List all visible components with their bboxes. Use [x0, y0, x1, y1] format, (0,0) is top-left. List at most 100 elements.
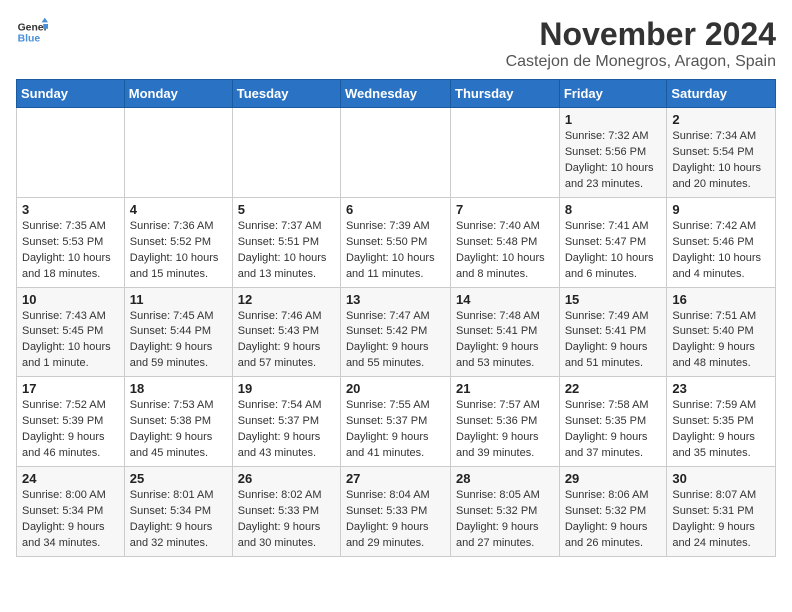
day-info: Sunrise: 7:55 AM Sunset: 5:37 PM Dayligh…	[346, 398, 445, 462]
calendar-week-row: 17Sunrise: 7:52 AM Sunset: 5:39 PM Dayli…	[17, 377, 776, 467]
day-info: Sunrise: 7:45 AM Sunset: 5:44 PM Dayligh…	[130, 309, 227, 373]
calendar-cell: 26 Sunrise: 8:02 AM Sunset: 5:33 PM Dayli…	[232, 467, 340, 557]
calendar-cell: 28 Sunrise: 8:05 AM Sunset: 5:32 PM Dayli…	[451, 467, 560, 557]
calendar-cell: 21 Sunrise: 7:57 AM Sunset: 5:36 PM Dayli…	[451, 377, 560, 467]
calendar-cell: 22 Sunrise: 7:58 AM Sunset: 5:35 PM Dayli…	[559, 377, 667, 467]
calendar-cell: 10 Sunrise: 7:43 AM Sunset: 5:45 PM Dayli…	[17, 287, 125, 377]
day-number: 4	[130, 202, 227, 217]
calendar-cell	[232, 108, 340, 198]
day-info: Sunrise: 7:47 AM Sunset: 5:42 PM Dayligh…	[346, 309, 445, 373]
day-info: Sunrise: 7:34 AM Sunset: 5:54 PM Dayligh…	[672, 129, 770, 193]
calendar-cell: 8 Sunrise: 7:41 AM Sunset: 5:47 PM Daylig…	[559, 197, 667, 287]
calendar-table: SundayMondayTuesdayWednesdayThursdayFrid…	[16, 79, 776, 557]
calendar-cell: 1Sunrise: 7:32 AM Sunset: 5:56 PM Daylig…	[559, 108, 667, 198]
day-number: 18	[130, 381, 227, 396]
day-info: Sunrise: 7:41 AM Sunset: 5:47 PM Dayligh…	[565, 219, 662, 283]
weekday-header: Thursday	[451, 80, 560, 108]
weekday-header: Saturday	[667, 80, 776, 108]
calendar-cell: 2 Sunrise: 7:34 AM Sunset: 5:54 PM Daylig…	[667, 108, 776, 198]
logo-icon: General Blue	[16, 16, 48, 48]
day-info: Sunrise: 7:58 AM Sunset: 5:35 PM Dayligh…	[565, 398, 662, 462]
day-info: Sunrise: 7:52 AM Sunset: 5:39 PM Dayligh…	[22, 398, 119, 462]
day-info: Sunrise: 7:54 AM Sunset: 5:37 PM Dayligh…	[238, 398, 335, 462]
calendar-week-row: 24 Sunrise: 8:00 AM Sunset: 5:34 PM Dayli…	[17, 467, 776, 557]
day-number: 16	[672, 292, 770, 307]
day-number: 27	[346, 471, 445, 486]
day-number: 26	[238, 471, 335, 486]
day-info: Sunrise: 8:07 AM Sunset: 5:31 PM Dayligh…	[672, 488, 770, 552]
calendar-cell	[17, 108, 125, 198]
calendar-cell: 5Sunrise: 7:37 AM Sunset: 5:51 PM Daylig…	[232, 197, 340, 287]
weekday-header: Tuesday	[232, 80, 340, 108]
day-info: Sunrise: 8:02 AM Sunset: 5:33 PM Dayligh…	[238, 488, 335, 552]
day-info: Sunrise: 7:35 AM Sunset: 5:53 PM Dayligh…	[22, 219, 119, 283]
day-number: 8	[565, 202, 662, 217]
day-number: 24	[22, 471, 119, 486]
weekday-header: Wednesday	[340, 80, 450, 108]
calendar-week-row: 3 Sunrise: 7:35 AM Sunset: 5:53 PM Daylig…	[17, 197, 776, 287]
calendar-cell: 24 Sunrise: 8:00 AM Sunset: 5:34 PM Dayli…	[17, 467, 125, 557]
calendar-cell: 19 Sunrise: 7:54 AM Sunset: 5:37 PM Dayli…	[232, 377, 340, 467]
weekday-header: Sunday	[17, 80, 125, 108]
day-info: Sunrise: 7:51 AM Sunset: 5:40 PM Dayligh…	[672, 309, 770, 373]
day-info: Sunrise: 8:06 AM Sunset: 5:32 PM Dayligh…	[565, 488, 662, 552]
day-number: 25	[130, 471, 227, 486]
header: General Blue November 2024 Castejon de M…	[16, 16, 776, 71]
calendar-cell: 7Sunrise: 7:40 AM Sunset: 5:48 PM Daylig…	[451, 197, 560, 287]
day-number: 29	[565, 471, 662, 486]
day-info: Sunrise: 7:40 AM Sunset: 5:48 PM Dayligh…	[456, 219, 554, 283]
day-info: Sunrise: 7:39 AM Sunset: 5:50 PM Dayligh…	[346, 219, 445, 283]
weekday-header: Friday	[559, 80, 667, 108]
day-info: Sunrise: 7:57 AM Sunset: 5:36 PM Dayligh…	[456, 398, 554, 462]
day-info: Sunrise: 8:05 AM Sunset: 5:32 PM Dayligh…	[456, 488, 554, 552]
day-info: Sunrise: 8:00 AM Sunset: 5:34 PM Dayligh…	[22, 488, 119, 552]
calendar-cell: 25 Sunrise: 8:01 AM Sunset: 5:34 PM Dayli…	[124, 467, 232, 557]
day-number: 1	[565, 112, 662, 127]
day-number: 28	[456, 471, 554, 486]
day-number: 19	[238, 381, 335, 396]
day-number: 30	[672, 471, 770, 486]
calendar-cell: 13Sunrise: 7:47 AM Sunset: 5:42 PM Dayli…	[340, 287, 450, 377]
calendar-cell: 15 Sunrise: 7:49 AM Sunset: 5:41 PM Dayli…	[559, 287, 667, 377]
day-info: Sunrise: 8:04 AM Sunset: 5:33 PM Dayligh…	[346, 488, 445, 552]
day-number: 15	[565, 292, 662, 307]
calendar-cell: 17Sunrise: 7:52 AM Sunset: 5:39 PM Dayli…	[17, 377, 125, 467]
day-number: 2	[672, 112, 770, 127]
calendar-cell: 20Sunrise: 7:55 AM Sunset: 5:37 PM Dayli…	[340, 377, 450, 467]
calendar-cell: 9Sunrise: 7:42 AM Sunset: 5:46 PM Daylig…	[667, 197, 776, 287]
calendar-cell	[124, 108, 232, 198]
day-info: Sunrise: 7:49 AM Sunset: 5:41 PM Dayligh…	[565, 309, 662, 373]
svg-text:Blue: Blue	[18, 34, 41, 45]
calendar-cell	[451, 108, 560, 198]
day-number: 10	[22, 292, 119, 307]
day-number: 22	[565, 381, 662, 396]
calendar-cell	[340, 108, 450, 198]
day-number: 6	[346, 202, 445, 217]
day-number: 3	[22, 202, 119, 217]
day-info: Sunrise: 7:53 AM Sunset: 5:38 PM Dayligh…	[130, 398, 227, 462]
weekday-header: Monday	[124, 80, 232, 108]
calendar-cell: 30 Sunrise: 8:07 AM Sunset: 5:31 PM Dayli…	[667, 467, 776, 557]
calendar-cell: 18 Sunrise: 7:53 AM Sunset: 5:38 PM Dayli…	[124, 377, 232, 467]
day-number: 23	[672, 381, 770, 396]
day-number: 9	[672, 202, 770, 217]
day-number: 21	[456, 381, 554, 396]
day-number: 11	[130, 292, 227, 307]
calendar-cell: 11 Sunrise: 7:45 AM Sunset: 5:44 PM Dayli…	[124, 287, 232, 377]
day-info: Sunrise: 8:01 AM Sunset: 5:34 PM Dayligh…	[130, 488, 227, 552]
day-info: Sunrise: 7:46 AM Sunset: 5:43 PM Dayligh…	[238, 309, 335, 373]
month-title: November 2024	[506, 16, 776, 53]
day-info: Sunrise: 7:43 AM Sunset: 5:45 PM Dayligh…	[22, 309, 119, 373]
calendar-cell: 14Sunrise: 7:48 AM Sunset: 5:41 PM Dayli…	[451, 287, 560, 377]
logo: General Blue	[16, 16, 48, 48]
day-number: 12	[238, 292, 335, 307]
calendar-cell: 27 Sunrise: 8:04 AM Sunset: 5:33 PM Dayli…	[340, 467, 450, 557]
calendar-cell: 3 Sunrise: 7:35 AM Sunset: 5:53 PM Daylig…	[17, 197, 125, 287]
calendar-cell: 12 Sunrise: 7:46 AM Sunset: 5:43 PM Dayli…	[232, 287, 340, 377]
calendar-cell: 23 Sunrise: 7:59 AM Sunset: 5:35 PM Dayli…	[667, 377, 776, 467]
day-info: Sunrise: 7:37 AM Sunset: 5:51 PM Dayligh…	[238, 219, 335, 283]
title-block: November 2024 Castejon de Monegros, Arag…	[506, 16, 776, 71]
day-info: Sunrise: 7:59 AM Sunset: 5:35 PM Dayligh…	[672, 398, 770, 462]
location-title: Castejon de Monegros, Aragon, Spain	[506, 53, 776, 71]
day-info: Sunrise: 7:36 AM Sunset: 5:52 PM Dayligh…	[130, 219, 227, 283]
